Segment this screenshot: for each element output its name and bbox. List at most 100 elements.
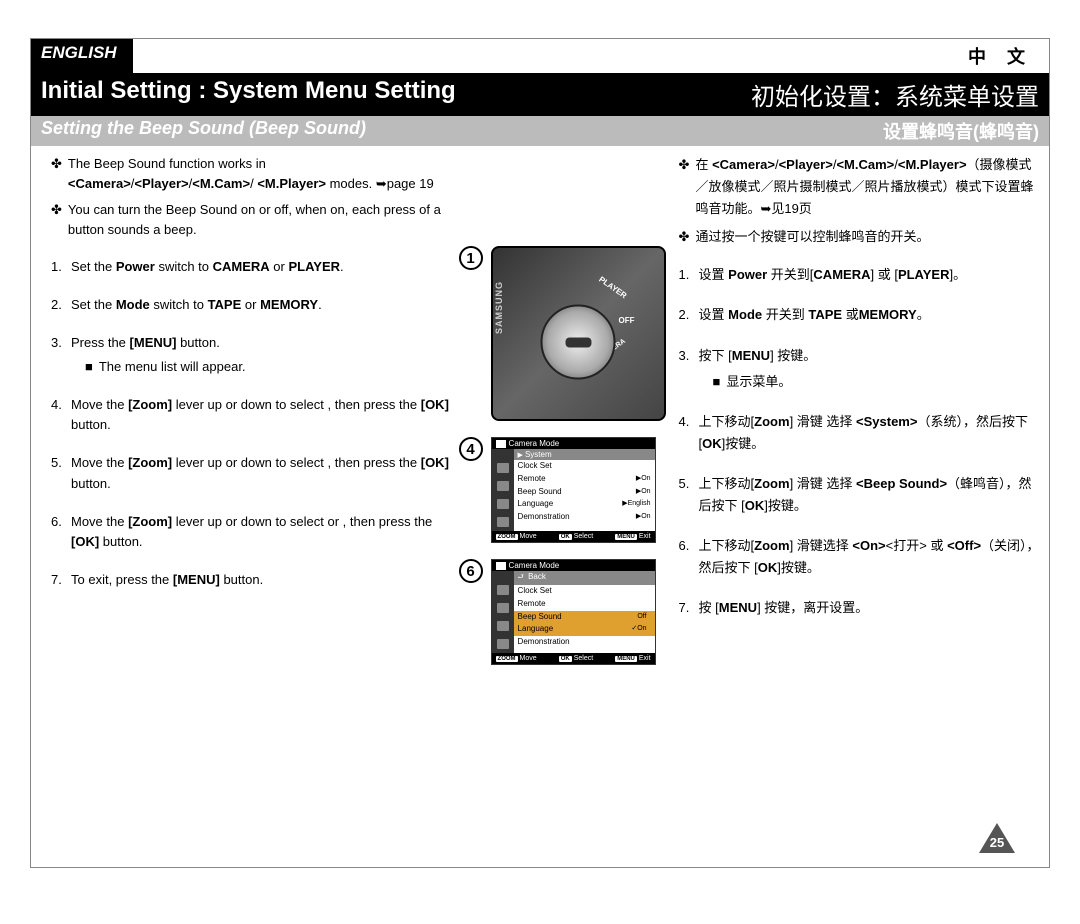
- menu4-rows: Clock SetRemote▶OnBeep Sound▶OnLanguage▶…: [514, 460, 655, 524]
- step-item: 4.上下移动[Zoom] 滑键 选择 <System>（系统），然后按下 [OK…: [679, 411, 1041, 455]
- menu-row-value: Off: [633, 611, 650, 624]
- menu-row-label: Remote: [518, 598, 546, 611]
- step-number: 6.: [679, 535, 699, 579]
- menu6-rows: Clock SetRemoteBeep SoundOffLanguage✓OnD…: [514, 585, 655, 649]
- menu-row: Remote ▶On: [514, 473, 655, 486]
- subtitle-bar: Setting the Beep Sound (Beep Sound) 设置蜂鸣…: [31, 116, 1049, 146]
- figure-1-number-icon: 1: [459, 246, 483, 270]
- main-title-english: Initial Setting : System Menu Setting: [41, 77, 456, 112]
- sidebar-icon: [497, 639, 509, 649]
- menu-row-label: Clock Set: [518, 460, 552, 473]
- english-steps-list: 1.Set the Power switch to CAMERA or PLAY…: [51, 257, 451, 591]
- menu-row: Language ✓On: [514, 623, 655, 636]
- bullet-icon: ✤: [679, 226, 690, 248]
- step-text: Move the [Zoom] lever up or down to sele…: [71, 514, 432, 549]
- step-item: 3.按下 [MENU] 按键。■显示菜单。: [679, 345, 1041, 393]
- bullet-icon: ✤: [679, 154, 690, 220]
- camera-dial-illustration: SAMSUNG PLAYER OFF CAMERA: [491, 246, 666, 421]
- dial-label-off: OFF: [619, 316, 635, 325]
- language-chinese-label: 中 文: [952, 39, 1049, 73]
- back-arrow-icon: ⮐: [518, 574, 524, 581]
- menu-row: Beep SoundOff: [514, 611, 655, 624]
- sidebar-icon: [497, 463, 509, 473]
- menu6-section: ⮐ Back: [514, 571, 655, 585]
- menu-row-value: ▶English: [622, 498, 650, 511]
- menu4-body: ▶System Clock SetRemote▶OnBeep Sound▶OnL…: [492, 449, 655, 531]
- page-number: 25: [979, 823, 1015, 853]
- menu6-footer: ZOOM Move OK Select MENU Exit: [492, 653, 655, 664]
- menu-row: Beep Sound▶On: [514, 486, 655, 499]
- sub-bullet: ■显示菜单。: [699, 371, 817, 393]
- language-bar: ENGLISH 中 文: [31, 39, 1049, 73]
- bullet-text: 通过按一个按键可以控制蜂鸣音的开关。: [695, 226, 929, 248]
- figure-6-number-icon: 6: [459, 559, 483, 583]
- figure-4: 4 Camera Mode: [459, 437, 669, 543]
- menu-row-value: ▶On: [636, 473, 651, 486]
- step-text: 设置 Power 开关到[CAMERA] 或 [PLAYER]。: [699, 267, 967, 282]
- bullet-text: The Beep Sound function works in <Camera…: [68, 154, 451, 194]
- step-text: 上下移动[Zoom] 滑键选择 <On><打开> 或 <Off>（关闭），然后按…: [699, 538, 1040, 575]
- subtitle-english: Setting the Beep Sound (Beep Sound): [41, 118, 366, 144]
- menu6-title: Camera Mode: [509, 561, 560, 570]
- menu6-body: ⮐ Back Clock SetRemoteBeep SoundOffLangu…: [492, 571, 655, 653]
- step-number: 5.: [679, 473, 699, 517]
- step-body: To exit, press the [MENU] button.: [71, 570, 263, 590]
- step-body: 上下移动[Zoom] 滑键 选择 <System>（系统），然后按下 [OK]按…: [699, 411, 1041, 455]
- menu4-main: ▶System Clock SetRemote▶OnBeep Sound▶OnL…: [514, 449, 655, 531]
- step-body: Move the [Zoom] lever up or down to sele…: [71, 453, 451, 493]
- step-item: 6.Move the [Zoom] lever up or down to se…: [51, 512, 451, 552]
- step-text: Set the Power switch to CAMERA or PLAYER…: [71, 259, 344, 274]
- menu-row: Clock Set: [514, 460, 655, 473]
- main-title-bar: Initial Setting : System Menu Setting 初始…: [31, 73, 1049, 116]
- menu-row: Clock Set: [514, 585, 655, 598]
- sub-bullet-text: 显示菜单。: [726, 371, 791, 393]
- step-text: Move the [Zoom] lever up or down to sele…: [71, 455, 449, 490]
- step-item: 7.To exit, press the [MENU] button.: [51, 570, 451, 590]
- step-text: 按下 [MENU] 按键。: [699, 348, 817, 363]
- zoom-footer-label: ZOOM: [496, 656, 518, 662]
- step-body: Set the Mode switch to TAPE or MEMORY.: [71, 295, 322, 315]
- step-number: 3.: [51, 333, 71, 377]
- square-bullet-icon: ■: [713, 371, 721, 393]
- menu-row-value: ▶On: [636, 511, 651, 524]
- step-item: 2.Set the Mode switch to TAPE or MEMORY.: [51, 295, 451, 315]
- step-item: 3.Press the [MENU] button.■The menu list…: [51, 333, 451, 377]
- sidebar-icon: [497, 585, 509, 595]
- step-number: 7.: [679, 597, 699, 619]
- sidebar-icon: [497, 481, 509, 491]
- sidebar-icon: [497, 603, 509, 613]
- step-text: 上下移动[Zoom] 滑键 选择 <System>（系统），然后按下 [OK]按…: [699, 414, 1028, 451]
- figure-1: 1 SAMSUNG PLAYER OFF CAMERA: [459, 246, 669, 421]
- figure-column: 1 SAMSUNG PLAYER OFF CAMERA 4 Camera Mod…: [459, 146, 669, 681]
- step-item: 4.Move the [Zoom] lever up or down to se…: [51, 395, 451, 435]
- subtitle-chinese: 设置蜂鸣音(蜂鸣音): [883, 118, 1039, 144]
- menu4-header: Camera Mode: [492, 438, 655, 449]
- film-icon: [496, 440, 506, 448]
- step-number: 6.: [51, 512, 71, 552]
- bullet-item: ✤You can turn the Beep Sound on or off, …: [51, 200, 451, 240]
- bullet-text: You can turn the Beep Sound on or off, w…: [68, 200, 451, 240]
- sidebar-icon: [497, 621, 509, 631]
- page-number-text: 25: [990, 835, 1004, 850]
- step-body: 上下移动[Zoom] 滑键 选择 <Beep Sound>（蜂鸣音），然后按下 …: [699, 473, 1041, 517]
- bullet-item: ✤通过按一个按键可以控制蜂鸣音的开关。: [679, 226, 1041, 248]
- menu-row-value: ✓On: [627, 623, 650, 636]
- step-body: 上下移动[Zoom] 滑键选择 <On><打开> 或 <Off>（关闭），然后按…: [699, 535, 1041, 579]
- step-number: 2.: [51, 295, 71, 315]
- menu-row-label: Remote: [518, 473, 546, 486]
- figure-4-number-icon: 4: [459, 437, 483, 461]
- step-text: Move the [Zoom] lever up or down to sele…: [71, 397, 449, 432]
- menu4-footer: ZOOM Move OK Select MENU Exit: [492, 531, 655, 542]
- menu6-header: Camera Mode: [492, 560, 655, 571]
- menu-row-value: ▶On: [636, 486, 651, 499]
- step-number: 2.: [679, 304, 699, 326]
- step-text: To exit, press the [MENU] button.: [71, 572, 263, 587]
- menu4-section: ▶System: [514, 449, 655, 460]
- menu-row-label: Demonstration: [518, 511, 570, 524]
- ok-footer-label: OK: [559, 656, 572, 662]
- menu-row-label: Language: [518, 623, 554, 636]
- step-item: 5.上下移动[Zoom] 滑键 选择 <Beep Sound>（蜂鸣音），然后按…: [679, 473, 1041, 517]
- menu6-main: ⮐ Back Clock SetRemoteBeep SoundOffLangu…: [514, 571, 655, 653]
- menu-row-label: Clock Set: [518, 585, 552, 598]
- sub-bullet-text: The menu list will appear.: [99, 357, 246, 377]
